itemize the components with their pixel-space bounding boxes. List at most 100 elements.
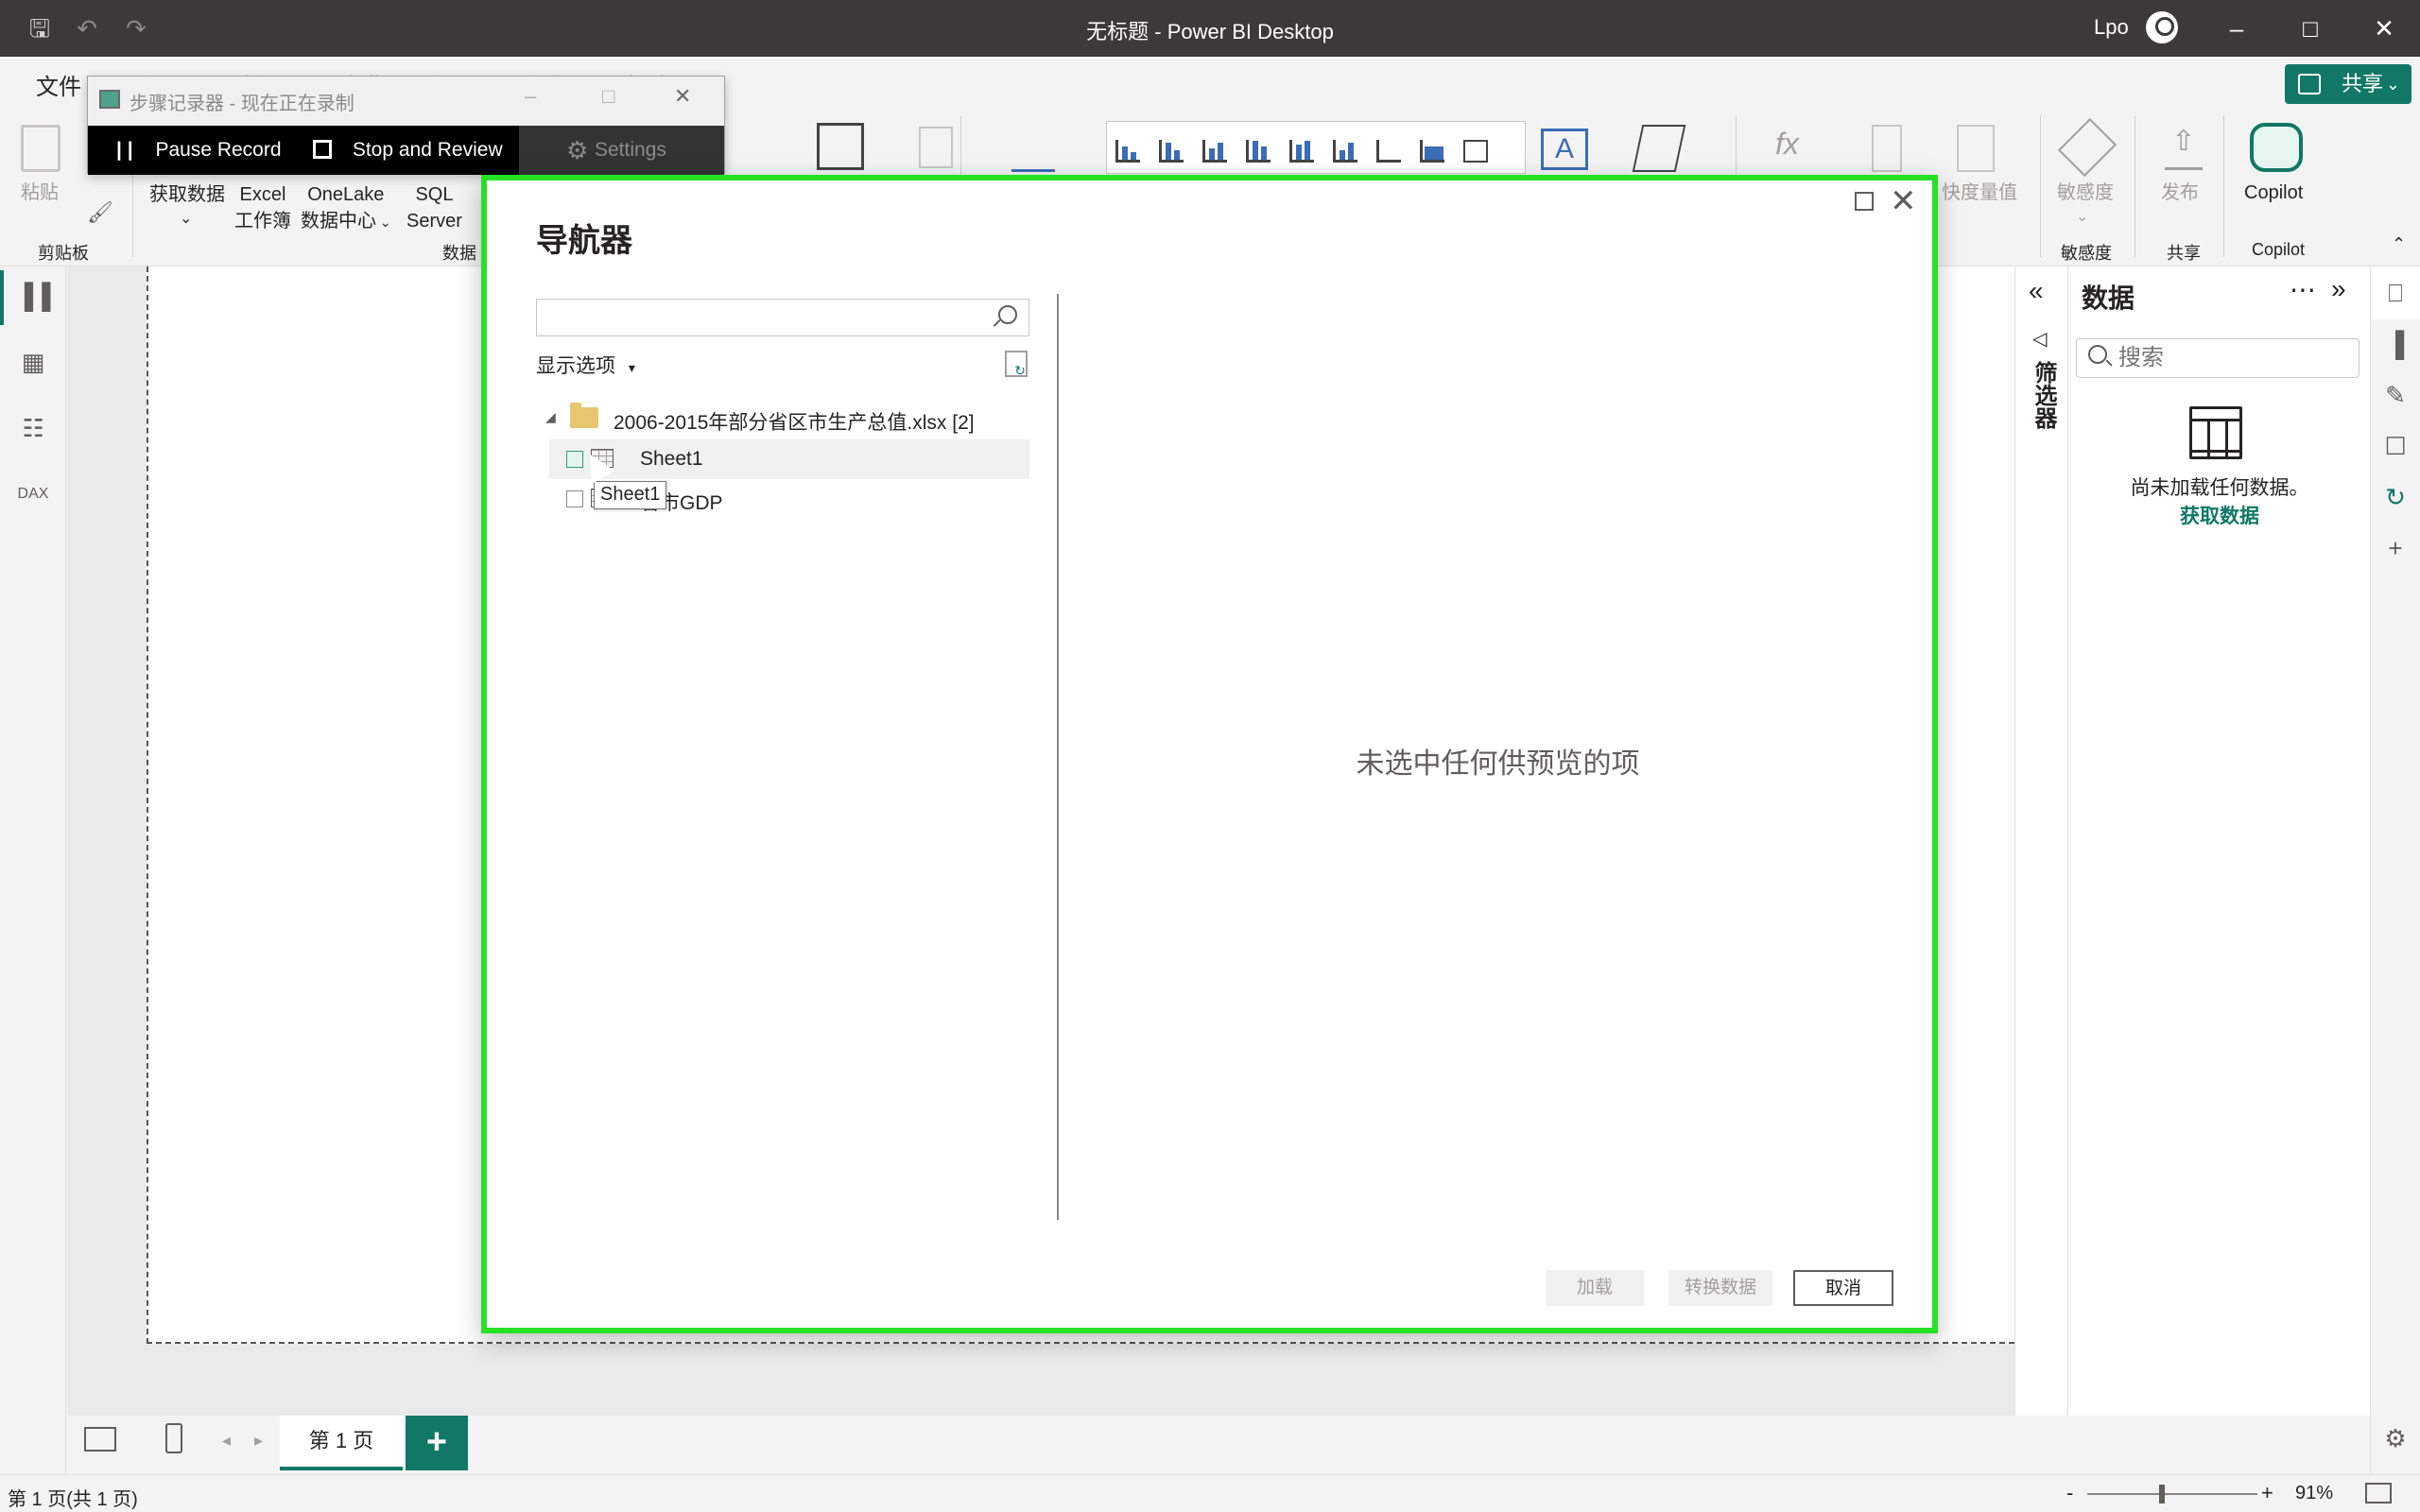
mobile-layout-icon[interactable] bbox=[165, 1423, 182, 1453]
stop-and-review-button[interactable]: Stop and Review bbox=[313, 126, 503, 175]
get-data-link[interactable]: 获取数据 bbox=[2068, 501, 2371, 529]
transform-data-button[interactable]: 转换数据 bbox=[1668, 1270, 1772, 1306]
bar-chart-icon[interactable] bbox=[1115, 140, 1140, 163]
new-measure-icon[interactable]: fx bbox=[1775, 127, 1813, 172]
title-bar: 🖫 ↶ ↷ 无标题 - Power BI Desktop Lpo – □ ✕ bbox=[0, 0, 2420, 57]
dialog-maximize-icon[interactable] bbox=[1855, 192, 1874, 211]
collapse-left-icon[interactable]: « bbox=[2029, 276, 2044, 306]
get-data-button[interactable]: 获取数据 bbox=[149, 181, 225, 208]
data-group-label: 数据 bbox=[442, 244, 476, 263]
pause-record-button[interactable]: | | Pause Record bbox=[116, 126, 282, 175]
user-name[interactable]: Lpo bbox=[2094, 15, 2129, 40]
report-view-icon[interactable]: ▐▐ bbox=[15, 278, 51, 314]
page-count-status: 第 1 页(共 1 页) bbox=[8, 1489, 138, 1510]
tab-file[interactable]: 文件 bbox=[36, 68, 81, 101]
undo-icon[interactable]: ↶ bbox=[72, 13, 102, 43]
table-edit-icon[interactable] bbox=[817, 123, 864, 170]
model-view-icon[interactable]: ☷ bbox=[15, 410, 51, 446]
combo-chart-icon[interactable] bbox=[1333, 140, 1357, 163]
recorder-settings-button[interactable]: ⚙ Settings bbox=[519, 126, 724, 175]
display-options-dropdown[interactable]: 显示选项 ▾ bbox=[536, 351, 635, 379]
collapse-triangle-icon[interactable]: ◢ bbox=[545, 409, 556, 425]
get-data-chevron-icon[interactable]: ⌄ bbox=[180, 206, 192, 232]
redo-icon[interactable]: ↷ bbox=[121, 13, 151, 43]
sql-server-button[interactable]: SQL Server bbox=[406, 181, 462, 234]
format-painter-icon[interactable]: 🖌 bbox=[87, 200, 113, 224]
share-button[interactable]: 共享 ⌄ bbox=[2285, 64, 2411, 104]
sensitivity-icon[interactable] bbox=[2057, 117, 2118, 178]
table-view-icon[interactable]: ▦ bbox=[15, 344, 51, 380]
settings-gear-icon[interactable]: ⚙ bbox=[2378, 1421, 2412, 1455]
cancel-button[interactable]: 取消 bbox=[1793, 1270, 1893, 1306]
navigator-search-input[interactable] bbox=[544, 303, 979, 332]
publish-button[interactable]: 发布 bbox=[2161, 180, 2199, 206]
copilot-button[interactable]: Copilot bbox=[2244, 180, 2303, 206]
zoom-in-button[interactable]: + bbox=[2261, 1481, 2273, 1505]
sensitivity-button[interactable]: 敏感度 bbox=[2057, 180, 2114, 206]
tree-item-sheet1[interactable]: Sheet1 bbox=[549, 439, 1029, 479]
data-search-input[interactable] bbox=[2118, 343, 2345, 373]
refresh-preview-icon[interactable]: ↻ bbox=[1005, 351, 1028, 378]
fit-to-page-icon[interactable] bbox=[2365, 1483, 2392, 1503]
calculator-icon[interactable] bbox=[1872, 125, 1902, 172]
data-search-box[interactable] bbox=[2076, 338, 2360, 378]
excel-label-1: Excel bbox=[239, 184, 286, 205]
zoom-slider[interactable] bbox=[2087, 1493, 2257, 1495]
format-icon[interactable]: ✎ bbox=[2378, 378, 2412, 412]
gdp-checkbox[interactable] bbox=[566, 490, 583, 507]
new-visual-icon[interactable] bbox=[1011, 130, 1055, 172]
table-visual-icon[interactable] bbox=[1463, 140, 1488, 163]
paste-icon[interactable] bbox=[21, 125, 60, 172]
filters-pane-collapsed[interactable]: « ◁ 筛选器 bbox=[2014, 266, 2067, 1416]
recorder-close-icon[interactable]: ✕ bbox=[674, 84, 691, 109]
navigator-dialog: 导航器 ✕ 显示选项 ▾ ↻ ◢ 2006-2015年部分省区市生产总值.xls… bbox=[481, 175, 1938, 1333]
desktop-layout-icon[interactable] bbox=[84, 1427, 116, 1452]
column-chart-icon[interactable] bbox=[1159, 140, 1184, 163]
onelake-label-2: 数据中心 bbox=[301, 211, 376, 232]
stacked-column-icon[interactable] bbox=[1289, 140, 1314, 163]
dax-query-view-icon[interactable]: DAX bbox=[15, 476, 51, 512]
text-box-icon[interactable]: A bbox=[1541, 129, 1588, 170]
more-visuals-icon[interactable] bbox=[1632, 125, 1686, 172]
paste-button[interactable]: 粘贴 bbox=[21, 180, 59, 206]
line-chart-icon[interactable] bbox=[1376, 140, 1401, 163]
next-page-icon[interactable]: ▸ bbox=[254, 1431, 263, 1451]
file-tree-node[interactable]: ◢ 2006-2015年部分省区市生产总值.xlsx [2] bbox=[536, 400, 1029, 438]
expand-pane-icon[interactable]: » bbox=[2331, 274, 2346, 304]
navigator-search-box[interactable] bbox=[536, 299, 1029, 336]
onelake-button[interactable]: OneLake 数据中心 ⌄ bbox=[301, 181, 391, 235]
save-icon[interactable]: 🖫 bbox=[25, 13, 55, 43]
more-options-icon[interactable]: ⋯ bbox=[2290, 274, 2316, 305]
zoom-slider-thumb[interactable] bbox=[2159, 1485, 2165, 1503]
publish-icon[interactable]: ⇧ bbox=[2165, 125, 2203, 170]
zoom-out-button[interactable]: - bbox=[2066, 1481, 2073, 1505]
build-visual-icon[interactable]: ▐ bbox=[2378, 327, 2412, 361]
recorder-minimize-icon[interactable]: – bbox=[525, 84, 536, 109]
maximize-icon[interactable]: □ bbox=[2293, 11, 2327, 45]
add-pane-icon[interactable]: + bbox=[2378, 531, 2412, 565]
refresh-icon[interactable] bbox=[919, 127, 953, 168]
quick-measure-icon[interactable] bbox=[1957, 125, 1995, 172]
add-page-button[interactable]: + bbox=[406, 1416, 468, 1470]
search-icon[interactable] bbox=[998, 305, 1017, 324]
copilot-icon[interactable] bbox=[2250, 123, 2303, 172]
close-icon[interactable]: ✕ bbox=[2367, 11, 2401, 45]
data-pane-icon[interactable]: ⎕ bbox=[2378, 276, 2412, 310]
area-chart-icon[interactable] bbox=[1420, 140, 1444, 163]
user-avatar-icon[interactable] bbox=[2146, 11, 2178, 43]
page-tab-1[interactable]: 第 1 页 bbox=[280, 1416, 403, 1470]
quick-measure-button[interactable]: 快度量值 bbox=[1942, 180, 2017, 206]
sensitivity-chevron-icon[interactable]: ⌄ bbox=[2076, 204, 2088, 231]
dialog-close-icon[interactable]: ✕ bbox=[1890, 182, 1917, 220]
clustered-column-icon[interactable] bbox=[1246, 140, 1270, 163]
previous-page-icon[interactable]: ◂ bbox=[222, 1431, 231, 1451]
excel-workbook-button[interactable]: Excel 工作簿 bbox=[234, 181, 291, 234]
recorder-maximize-icon[interactable]: □ bbox=[602, 84, 614, 109]
onelake-label-1: OneLake bbox=[307, 184, 385, 205]
sync-slicers-icon[interactable]: ↻ bbox=[2378, 480, 2412, 514]
load-button[interactable]: 加载 bbox=[1546, 1270, 1644, 1306]
bookmark-icon[interactable]: ☐ bbox=[2378, 429, 2412, 463]
stacked-bar-icon[interactable] bbox=[1202, 140, 1227, 163]
minimize-icon[interactable]: – bbox=[2220, 11, 2254, 45]
collapse-ribbon-icon[interactable]: ⌃ bbox=[2392, 231, 2406, 257]
